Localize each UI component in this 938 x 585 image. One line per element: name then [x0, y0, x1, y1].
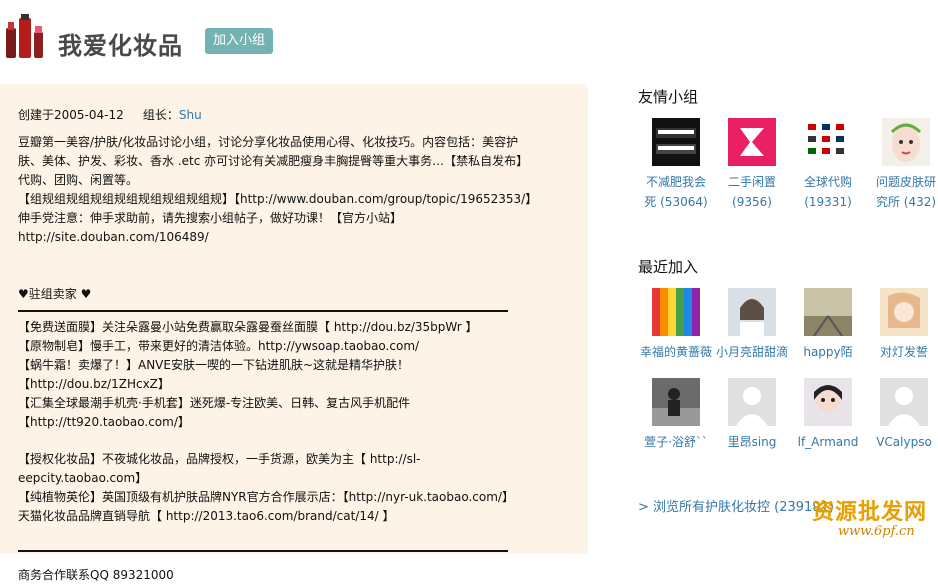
friend-group-item[interactable]: 问题皮肤研 究所 (432) — [864, 118, 938, 212]
divider — [18, 310, 508, 312]
member-name[interactable]: VCalypso — [864, 432, 938, 452]
group-thumbnail[interactable] — [652, 118, 700, 166]
leader-link[interactable]: Shu — [179, 108, 202, 122]
seller-line: 【原物制皂】慢手工，带来更好的清洁体验。http://ywsoap.taobao… — [18, 339, 420, 353]
friend-group-item[interactable]: 全球代购 (19331) — [788, 118, 868, 212]
member-avatar[interactable] — [728, 288, 776, 336]
friend-group-count[interactable]: 死 (53064) — [636, 192, 716, 212]
brand-line: 【授权化妆品】不夜城化妆品，品牌授权，一手货源，欧美为主【 http://sl-… — [18, 452, 421, 485]
friend-group-item[interactable]: 二手闲置 (9356) — [712, 118, 792, 212]
recent-member-item[interactable]: 对灯发誓 — [864, 288, 938, 362]
join-group-button[interactable]: 加入小组 — [205, 28, 273, 54]
member-name[interactable]: 幸福的黄蔷薇 — [636, 342, 716, 362]
seller-line: 【汇集全球最潮手机壳·手机套】迷死爆-专注欧美、日韩、复古风手机配件【http:… — [18, 396, 411, 429]
member-name[interactable]: 对灯发誓 — [864, 342, 938, 362]
friend-group-name[interactable]: 不减肥我会 — [636, 172, 716, 192]
friend-group-count[interactable]: (9356) — [712, 192, 792, 212]
group-thumbnail[interactable] — [728, 118, 776, 166]
recent-member-item[interactable]: 小月亮甜甜滴 — [712, 288, 792, 362]
created-date: 创建于2005-04-12 — [18, 108, 124, 122]
friend-group-name[interactable]: 问题皮肤研 — [864, 172, 938, 192]
member-name[interactable]: 里昂sing — [712, 432, 792, 452]
member-name[interactable]: 萱子·浴舒`` — [636, 432, 716, 452]
watermark-url: www.6pf.cn — [838, 524, 915, 539]
recent-title: 最近加入 — [638, 258, 699, 276]
recent-member-item[interactable]: lf_Armand — [788, 378, 868, 452]
member-avatar[interactable] — [652, 288, 700, 336]
group-intro-panel: 创建于2005-04-12 组长：Shu 豆瓣第一美容/护肤/化妆品讨论小组，讨… — [0, 84, 588, 582]
divider — [18, 550, 508, 552]
default-avatar-icon[interactable] — [728, 378, 776, 426]
friend-group-count[interactable]: 究所 (432) — [864, 192, 938, 212]
group-meta: 创建于2005-04-12 组长：Shu — [18, 106, 538, 125]
friend-group-name[interactable]: 二手闲置 — [712, 172, 792, 192]
member-avatar[interactable] — [804, 288, 852, 336]
member-name[interactable]: happy陌 — [788, 342, 868, 362]
member-name[interactable]: 小月亮甜甜滴 — [712, 342, 792, 362]
watermark-text: 资源批发网 — [812, 499, 928, 525]
intro-text-3: 伸手党注意：伸手求助前，请先搜索小组帖子，做好功课！【官方小站】http://s… — [18, 211, 403, 244]
friend-group-name[interactable]: 全球代购 — [788, 172, 868, 192]
member-avatar[interactable] — [652, 378, 700, 426]
brand-line: 天猫化妆品品牌直销导航【 http://2013.tao6.com/brand/… — [18, 509, 395, 523]
friends-title: 友情小组 — [638, 88, 699, 106]
brand-line: 【纯植物英伦】英国顶级有机护肤品牌NYR官方合作展示店：【http://nyr-… — [18, 490, 514, 504]
page-title: 我爱化妆品 — [58, 31, 183, 60]
seller-line: 【蜗牛霜！卖爆了！】ANVE安肤一喫的一下钻进肌肤~这就是精华护肤！【http:… — [18, 358, 410, 391]
group-logo-icon — [6, 14, 43, 58]
group-thumbnail[interactable] — [804, 118, 852, 166]
sellers-heading: ♥驻组卖家 ♥ — [18, 287, 92, 301]
recent-member-item[interactable]: 萱子·浴舒`` — [636, 378, 716, 452]
intro-text-2: 【组规组规组规组规组规组规组规组规】【http://www.douban.com… — [18, 192, 538, 206]
friend-group-item[interactable]: 不减肥我会 死 (53064) — [636, 118, 716, 212]
friend-group-count[interactable]: (19331) — [788, 192, 868, 212]
intro-text-1: 豆瓣第一美容/护肤/化妆品讨论小组，讨论分享化妆品使用心得、化妆技巧。内容包括：… — [18, 135, 529, 187]
browse-all-members-link[interactable]: > 浏览所有护肤化妆控 (239191) — [638, 496, 834, 515]
recent-member-item[interactable]: VCalypso — [864, 378, 938, 452]
member-avatar[interactable] — [804, 378, 852, 426]
default-avatar-icon[interactable] — [880, 378, 928, 426]
member-avatar[interactable] — [880, 288, 928, 336]
seller-line: 【免费送面膜】关注朵露曼小站免费赢取朵露曼蚕丝面膜【 http://dou.bz… — [18, 320, 478, 334]
recent-member-item[interactable]: 幸福的黄蔷薇 — [636, 288, 716, 362]
member-name[interactable]: lf_Armand — [788, 432, 868, 452]
group-thumbnail[interactable] — [882, 118, 930, 166]
recent-member-item[interactable]: 里昂sing — [712, 378, 792, 452]
leader-label: 组长： — [142, 108, 179, 122]
business-contact: 商务合作联系QQ 89321000 — [18, 568, 174, 582]
recent-member-item[interactable]: happy陌 — [788, 288, 868, 362]
